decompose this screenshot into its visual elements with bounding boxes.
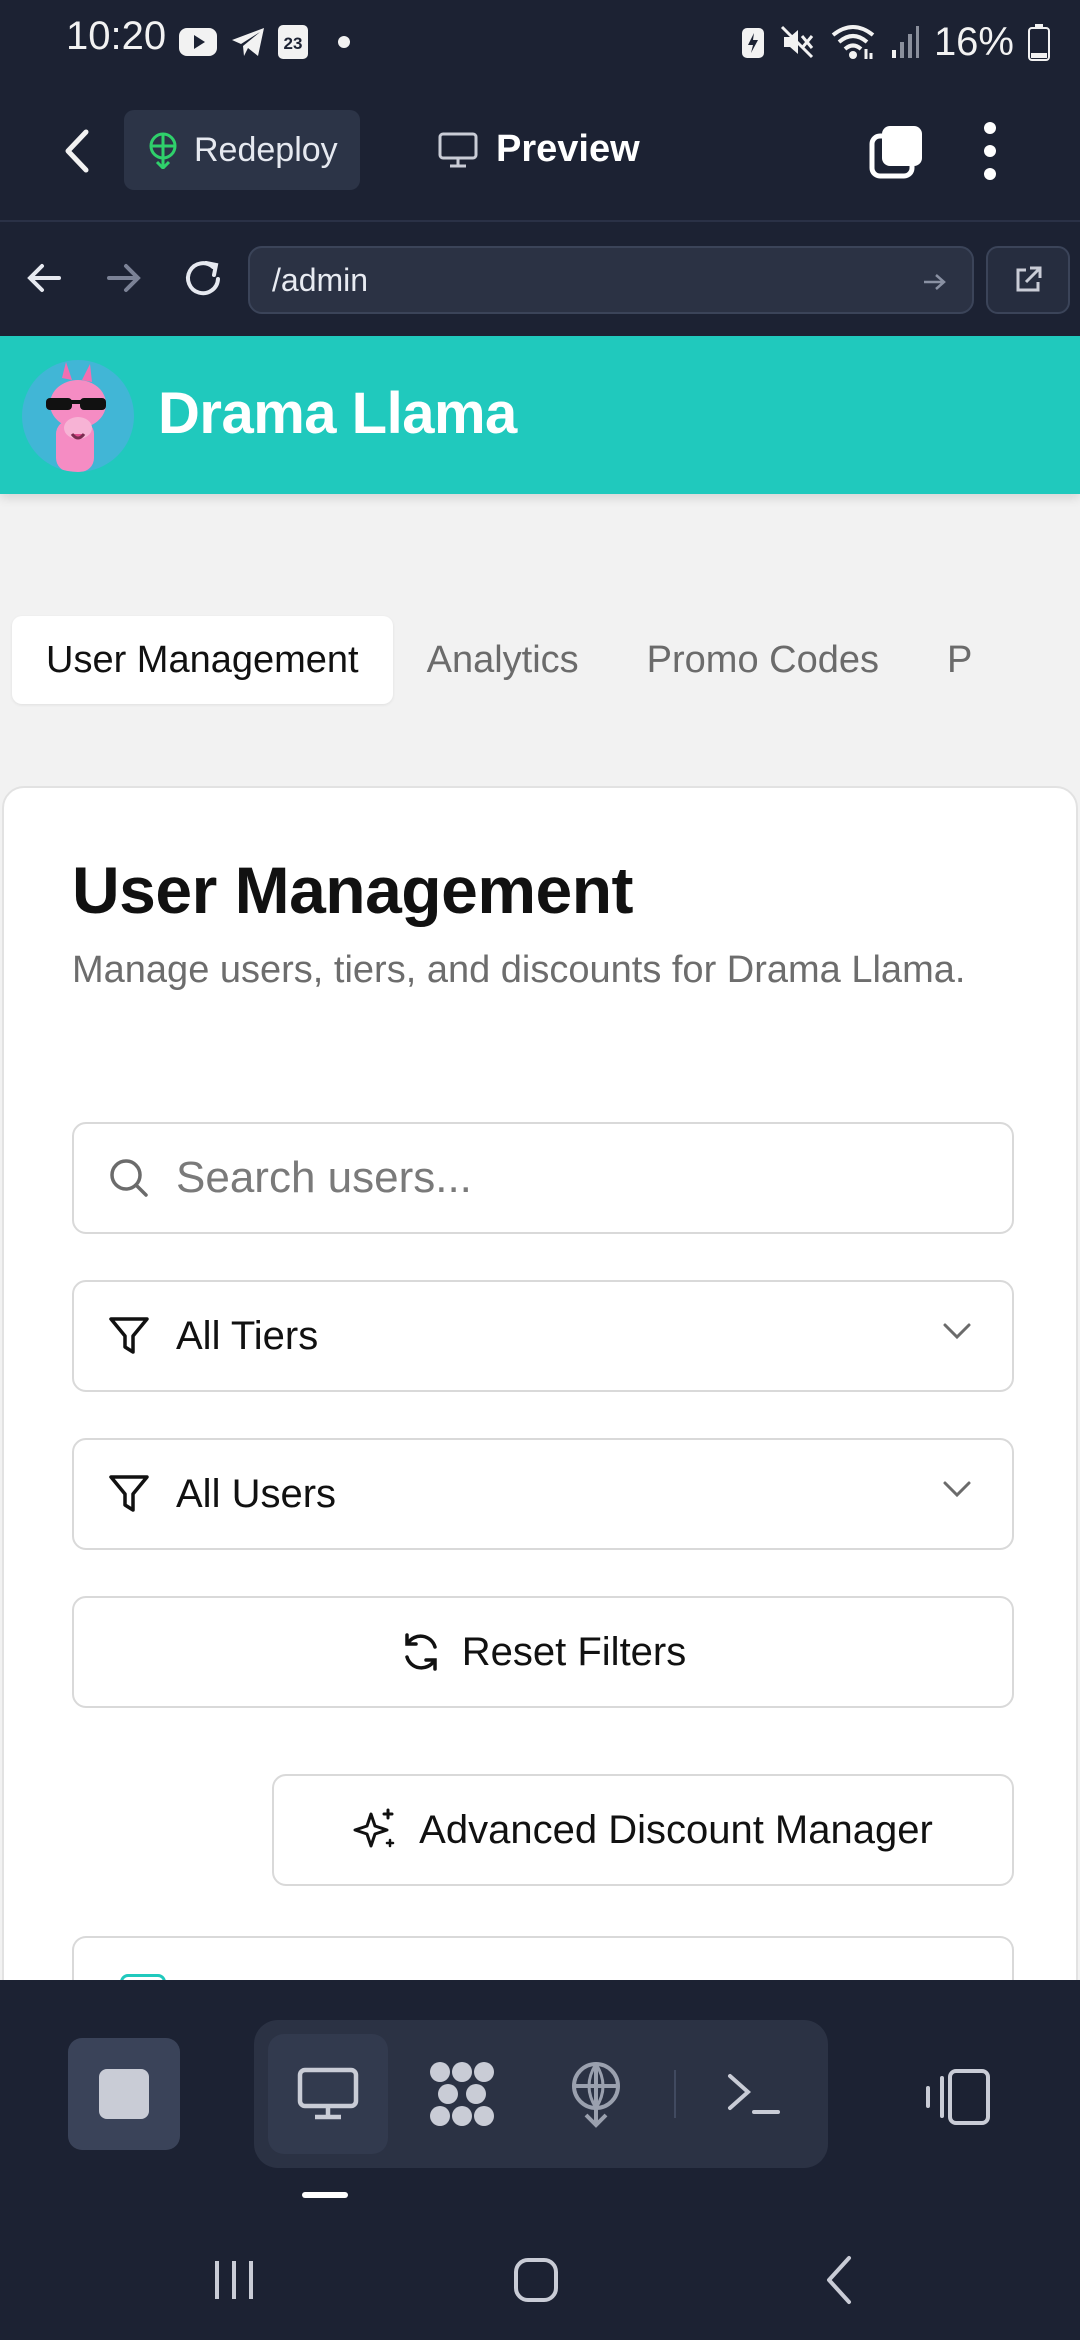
chevron-down-icon: [943, 1323, 971, 1340]
sparkles-icon: [353, 1808, 395, 1848]
calendar-day: 23: [283, 34, 303, 53]
active-tool-indicator: [302, 2192, 348, 2198]
user-list-row: [72, 1936, 1014, 1980]
toolbar-divider: [674, 2070, 676, 2118]
panel-layout-icon[interactable]: [922, 2068, 992, 2126]
tabs-switcher-icon[interactable]: [868, 122, 926, 180]
recents-button[interactable]: [194, 2250, 274, 2310]
page-title: User Management: [72, 853, 634, 927]
go-arrow-icon[interactable]: [922, 272, 948, 292]
url-text: /admin: [272, 261, 369, 298]
url-input[interactable]: /admin: [248, 246, 974, 314]
reset-filters-button[interactable]: Reset Filters: [72, 1596, 1014, 1708]
search-icon: [110, 1159, 148, 1197]
stop-icon: [99, 2069, 149, 2119]
preview-label: Preview: [496, 128, 640, 170]
deploy-icon: [149, 132, 177, 169]
android-nav-bar: [0, 2220, 1080, 2340]
open-external-button[interactable]: [986, 246, 1070, 314]
chevron-down-icon: [943, 1481, 971, 1498]
tier-filter-value: All Tiers: [176, 1313, 319, 1358]
workspace-icon: [430, 2062, 494, 2126]
web-preview: Drama Llama User Management Analytics Pr…: [0, 336, 1080, 1980]
battery-icon: [1028, 24, 1050, 61]
preview-tab[interactable]: Preview: [438, 128, 640, 171]
battery-percent: 16%: [933, 19, 1014, 64]
brand-title: Drama Llama: [158, 381, 517, 446]
redeploy-button[interactable]: Redeploy: [124, 110, 360, 190]
signal-icon: [891, 26, 919, 58]
calendar-icon: 23: [278, 25, 308, 59]
filter-icon: [109, 1475, 149, 1512]
advanced-discount-label: Advanced Discount Manager: [419, 1807, 933, 1852]
tier-filter-select[interactable]: All Tiers: [72, 1280, 1014, 1392]
status-time: 10:20: [66, 14, 167, 58]
back-icon: [827, 2256, 851, 2304]
nav-back-icon[interactable]: [26, 260, 62, 296]
refresh-icon: [405, 1633, 437, 1671]
battery-saver-icon: [741, 28, 764, 58]
stop-button[interactable]: [68, 2038, 180, 2150]
admin-tabs: User Management Analytics Promo Codes P: [12, 616, 1006, 704]
wifi-icon: [831, 25, 875, 59]
advanced-discount-manager-button[interactable]: Advanced Discount Manager: [272, 1774, 1014, 1886]
tab-user-management[interactable]: User Management: [12, 616, 393, 704]
tool-switcher: [254, 2020, 828, 2168]
site-header: Drama Llama: [0, 336, 1080, 494]
user-filter-value: All Users: [176, 1471, 337, 1516]
tab-analytics[interactable]: Analytics: [393, 616, 613, 704]
page-subtitle: Manage users, tiers, and discounts for D…: [72, 949, 966, 991]
youtube-icon: [179, 28, 217, 56]
recents-icon: [215, 2261, 253, 2299]
monitor-icon: [297, 2067, 359, 2120]
terminal-icon: [728, 2074, 780, 2114]
workspace-tool-button[interactable]: [402, 2034, 522, 2154]
llama-logo: [22, 360, 134, 472]
redeploy-label: Redeploy: [194, 130, 338, 169]
telegram-icon: [232, 28, 264, 56]
replit-top-bar: Redeploy Preview: [0, 84, 1080, 222]
monitor-icon: [438, 132, 478, 167]
back-chevron-icon[interactable]: [62, 126, 92, 176]
replit-bottom-toolbar: [0, 1980, 1080, 2220]
user-filter-select[interactable]: All Users: [72, 1438, 1014, 1550]
nav-forward-icon[interactable]: [106, 260, 142, 296]
reset-filters-label: Reset Filters: [461, 1629, 687, 1674]
search-input[interactable]: Search users...: [72, 1122, 1014, 1234]
tab-overflow[interactable]: P: [913, 616, 1006, 704]
home-icon: [514, 2258, 558, 2302]
user-management-card: User Management Manage users, tiers, and…: [2, 786, 1078, 1980]
tab-promo-codes[interactable]: Promo Codes: [613, 616, 913, 704]
more-options-icon[interactable]: [982, 120, 998, 182]
mute-icon: [780, 25, 814, 59]
search-placeholder: Search users...: [176, 1153, 472, 1202]
deploy-icon: [572, 2062, 620, 2128]
filter-icon: [109, 1317, 149, 1354]
status-bar: 10:20 23 16%: [0, 0, 1080, 84]
browser-address-bar: /admin: [0, 222, 1080, 336]
external-link-icon: [1016, 266, 1042, 292]
notification-dot-icon: [338, 36, 350, 48]
reload-icon[interactable]: [182, 258, 224, 300]
home-button[interactable]: [496, 2250, 576, 2310]
system-back-button[interactable]: [800, 2250, 880, 2310]
preview-tool-button[interactable]: [268, 2034, 388, 2154]
deploy-tool-button[interactable]: [536, 2034, 656, 2154]
terminal-tool-button[interactable]: [694, 2034, 814, 2154]
